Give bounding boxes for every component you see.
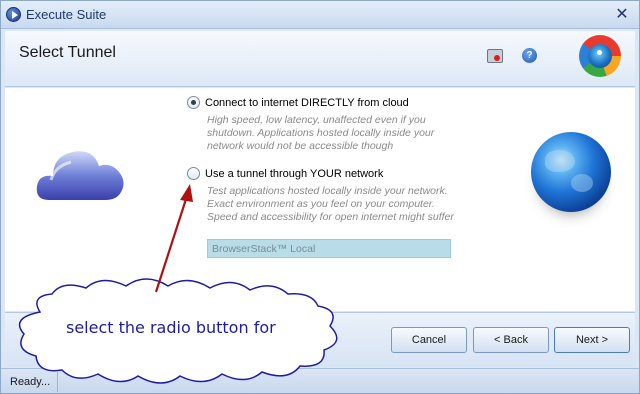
header-panel: Select Tunnel ? xyxy=(5,31,635,87)
direct-connection-description: High speed, low latency, unaffected even… xyxy=(207,114,435,152)
window-title: Execute Suite xyxy=(26,7,107,22)
callout-text: select the radio button for xyxy=(66,318,276,337)
status-bar: Ready... xyxy=(1,368,639,393)
tunnel-connection-description: Test applications hosted locally inside … xyxy=(207,185,454,223)
app-icon xyxy=(6,7,21,22)
direct-connection-label[interactable]: Connect to internet DIRECTLY from cloud xyxy=(205,97,409,109)
globe-icon xyxy=(531,132,611,212)
browserstack-logo xyxy=(579,35,621,77)
help-icon[interactable]: ? xyxy=(522,48,537,63)
record-icon[interactable] xyxy=(487,49,503,63)
cancel-button[interactable]: Cancel xyxy=(391,327,467,353)
close-icon[interactable]: ✕ xyxy=(613,5,631,23)
page-title: Select Tunnel xyxy=(19,44,116,61)
direct-connection-radio[interactable] xyxy=(187,96,200,109)
tunnel-connection-radio[interactable] xyxy=(187,167,200,180)
status-separator xyxy=(57,372,58,392)
title-bar: Execute Suite ✕ xyxy=(1,1,639,29)
tunnel-name-field[interactable]: BrowserStack™ Local xyxy=(207,239,451,258)
tunnel-connection-label[interactable]: Use a tunnel through YOUR network xyxy=(205,168,383,180)
content-panel: Connect to internet DIRECTLY from cloud … xyxy=(5,88,635,311)
status-text: Ready... xyxy=(10,376,51,388)
next-button[interactable]: Next > xyxy=(554,327,630,353)
cloud-icon xyxy=(36,151,124,200)
back-button[interactable]: < Back xyxy=(473,327,549,353)
